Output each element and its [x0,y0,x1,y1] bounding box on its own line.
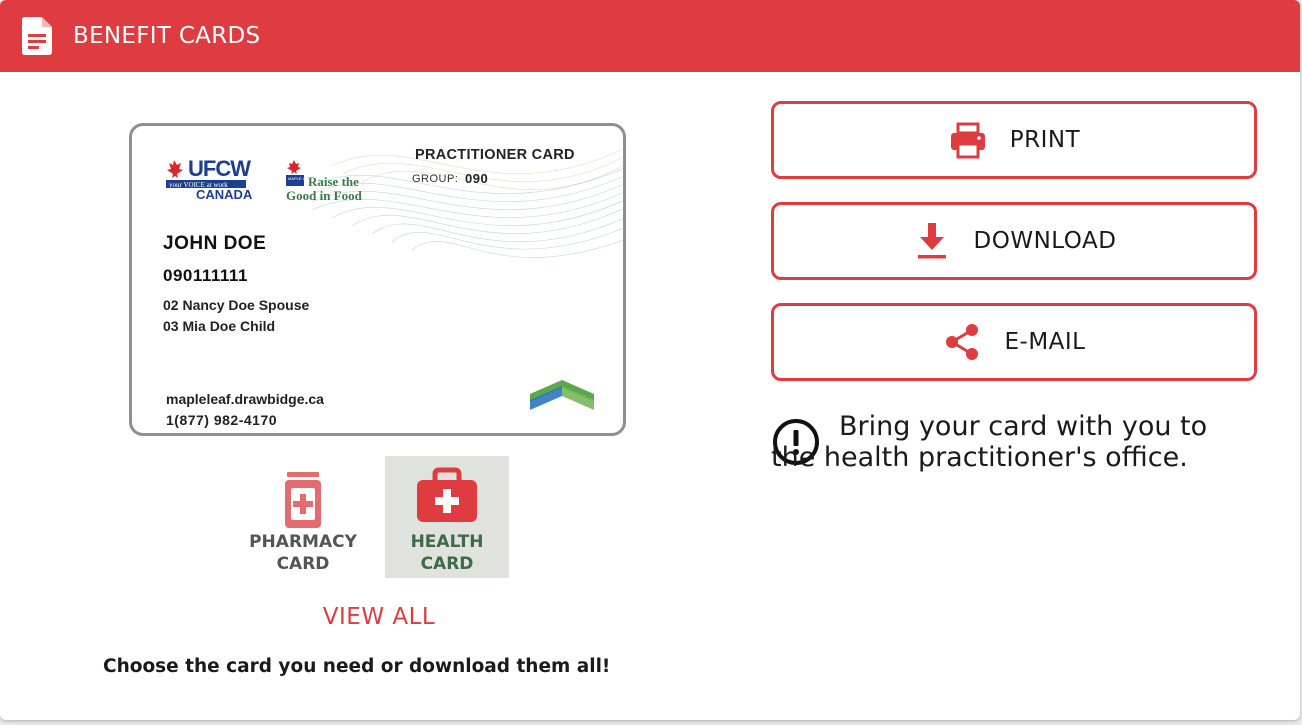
email-label: E-MAIL [1004,329,1086,355]
dependent-item: 03 Mia Doe Child [163,318,276,334]
svg-text:Raise the: Raise the [308,174,359,189]
panel-title: BENEFIT CARDS [73,23,261,49]
svg-text:CANADA: CANADA [196,187,253,202]
email-button[interactable]: E-MAIL [771,303,1257,381]
print-label: PRINT [1009,127,1081,153]
pharmacy-card-label: PHARMACY CARD [249,532,357,574]
medical-kit-icon [417,467,477,522]
view-all-link[interactable]: VIEW ALL [279,604,479,630]
practitioner-card-image: UFCW your VOICE at work CANADA MAPLE LEA… [129,123,626,436]
download-icon [917,223,946,259]
printer-icon [950,122,985,159]
pharmacy-card-tile[interactable]: PHARMACY CARD [241,456,365,578]
download-label: DOWNLOAD [973,228,1117,254]
drawbridge-logo [530,380,594,410]
document-icon [22,17,52,55]
print-button[interactable]: PRINT [771,101,1257,179]
pharmacy-bottle-icon [285,472,321,528]
card-selection-hint: Choose the card you need or download the… [103,656,611,677]
card-type-label: PRACTITIONER CARD [415,147,575,163]
member-id: 090111111 [163,266,248,285]
group-label: GROUP: [412,173,459,185]
download-button[interactable]: DOWNLOAD [771,202,1257,280]
panel-header: BENEFIT CARDS [0,0,1300,72]
ufcw-canada-logo: UFCW your VOICE at work CANADA [166,156,253,202]
card-phone: 1(877) 982-4170 [166,412,278,428]
benefit-cards-panel: BENEFIT CARDS UFCW your VOICE at work CA… [0,0,1300,720]
maple-leaf-logo: MAPLE LEAF Raise the Good in Food [286,160,363,202]
card-website: mapleleaf.drawbidge.ca [166,391,324,407]
member-name: JOHN DOE [163,233,267,254]
group-number: 090 [465,171,489,186]
share-icon [946,324,979,360]
dependent-item: 02 Nancy Doe Spouse [163,297,310,313]
svg-text:UFCW: UFCW [188,156,251,181]
health-card-tile[interactable]: HEALTH CARD [385,456,509,578]
bring-card-notice: Bring your card with you to the health p… [771,411,1208,473]
health-card-label: HEALTH CARD [410,532,484,574]
svg-text:Good in Food: Good in Food [286,188,363,202]
